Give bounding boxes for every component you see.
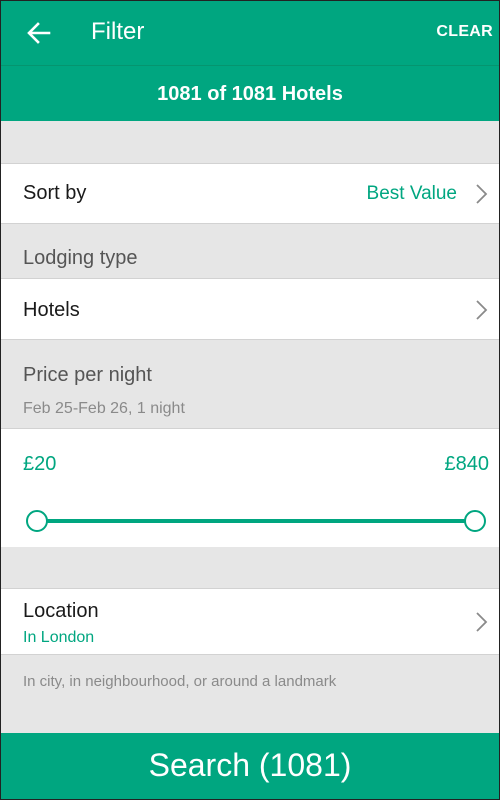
location-hint: In city, in neighbourhood, or around a l… [23, 673, 337, 690]
clear-button[interactable]: CLEAR [436, 23, 493, 41]
sort-by-row[interactable]: Sort by Best Value [1, 163, 499, 224]
sort-by-value: Best Value [366, 183, 457, 204]
results-count-bar: 1081 of 1081 Hotels [1, 65, 499, 121]
chevron-right-icon [476, 300, 488, 320]
price-dates: Feb 25-Feb 26, 1 night [23, 400, 185, 417]
lodging-type-value: Hotels [23, 299, 80, 321]
lodging-type-heading: Lodging type [23, 247, 138, 269]
arrow-left-icon [27, 22, 51, 44]
price-slider-min-handle[interactable] [26, 510, 48, 532]
location-value: In London [23, 629, 95, 646]
sort-by-label: Sort by [23, 182, 87, 204]
location-label: Location [23, 600, 99, 622]
chevron-right-icon [476, 184, 488, 204]
location-row[interactable]: Location In London [1, 588, 499, 655]
top-app-bar: Filter CLEAR [1, 1, 499, 65]
price-slider-track[interactable] [37, 519, 475, 523]
price-range-panel: £20 £840 [1, 428, 499, 547]
results-count: 1081 of 1081 Hotels [157, 83, 343, 105]
page-title: Filter [91, 18, 145, 45]
filter-screen: Filter CLEAR 1081 of 1081 Hotels Sort by… [0, 0, 500, 800]
price-min-label: £20 [23, 453, 57, 475]
price-max-label: £840 [444, 453, 490, 475]
back-button[interactable] [23, 17, 55, 49]
price-slider-max-handle[interactable] [464, 510, 486, 532]
search-button[interactable]: Search (1081) [1, 733, 499, 799]
chevron-right-icon [476, 612, 488, 632]
price-per-night-heading: Price per night [23, 364, 152, 386]
search-button-label: Search (1081) [148, 747, 352, 783]
lodging-type-row[interactable]: Hotels [1, 278, 499, 340]
